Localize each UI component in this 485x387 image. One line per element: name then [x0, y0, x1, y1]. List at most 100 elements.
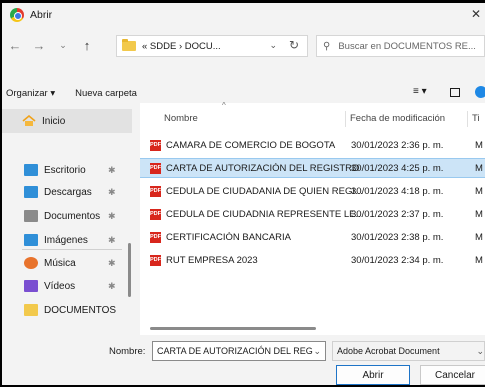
sidebar-item-label: DOCUMENTOS: [44, 304, 117, 316]
close-icon[interactable]: ✕: [471, 7, 481, 21]
column-divider[interactable]: [345, 111, 346, 127]
sidebar-item-label: Documentos: [44, 210, 101, 222]
home-icon: [22, 115, 36, 126]
file-name: CEDULA DE CIUDADANIA DE QUIEN REGI...: [166, 185, 363, 197]
column-date[interactable]: Fecha de modificación: [350, 113, 445, 124]
file-type: M: [475, 254, 483, 266]
sidebar-item-0[interactable]: Escritorio ✱: [2, 159, 132, 181]
sidebar-item-label: Descargas: [44, 186, 92, 198]
file-type: M: [475, 185, 483, 197]
file-list: ^ Nombre Fecha de modificación Ti PDF CAM…: [140, 101, 485, 335]
title-bar: Abrir ✕: [2, 3, 485, 27]
file-type: M: [475, 208, 483, 220]
pdf-file-icon: PDF: [150, 231, 161, 243]
file-name: CEDULA DE CIUDADNIA REPRESENTE LE...: [166, 208, 364, 220]
file-row[interactable]: PDF CEDULA DE CIUDADNIA REPRESENTE LE... 3…: [140, 204, 485, 224]
desktop-icon: [24, 164, 38, 176]
horizontal-scrollbar[interactable]: [150, 327, 316, 330]
pin-icon[interactable]: ✱: [108, 187, 116, 198]
pdf-file-icon: PDF: [150, 185, 161, 197]
file-name-value: CARTA DE AUTORIZACIÓN DEL REG: [157, 346, 313, 356]
column-header-row: ^ Nombre Fecha de modificación Ti: [140, 101, 485, 127]
download-icon: [24, 186, 38, 198]
pin-icon[interactable]: ✱: [108, 235, 116, 246]
file-row[interactable]: PDF CARTA DE AUTORIZACIÓN DEL REGISTRO 30/…: [140, 158, 485, 178]
sidebar-item-home[interactable]: Inicio: [2, 109, 132, 133]
pin-icon[interactable]: ✱: [108, 258, 116, 269]
organize-button[interactable]: Organizar ▾: [6, 88, 55, 99]
sidebar-item-2[interactable]: Documentos ✱: [2, 205, 132, 227]
file-type: M: [475, 231, 483, 243]
chevron-down-icon[interactable]: ⌄: [313, 346, 321, 357]
up-arrow-icon[interactable]: ↑: [78, 38, 96, 53]
pdf-file-icon: PDF: [150, 139, 161, 151]
history-chevron-icon[interactable]: ⌄: [54, 40, 72, 51]
sidebar-item-5[interactable]: Vídeos ✱: [2, 275, 132, 297]
open-button[interactable]: Abrir: [336, 365, 410, 385]
pdf-file-icon: PDF: [150, 162, 161, 174]
document-icon: [24, 210, 38, 222]
pin-icon[interactable]: ✱: [108, 165, 116, 176]
sidebar-item-6[interactable]: DOCUMENTOS: [2, 299, 132, 321]
sidebar-item-4[interactable]: Música ✱: [2, 252, 132, 274]
file-type-select[interactable]: Adobe Acrobat Document ⌄: [332, 341, 485, 361]
address-path: « SDDE › DOCU...: [142, 40, 221, 52]
search-placeholder: Buscar en DOCUMENTOS RE...: [338, 40, 476, 52]
back-arrow-icon[interactable]: ←: [6, 38, 24, 53]
command-bar: Organizar ▾ Nueva carpeta ≡ ▾: [2, 83, 485, 103]
file-row[interactable]: PDF CEDULA DE CIUDADANIA DE QUIEN REGI...…: [140, 181, 485, 201]
file-name: RUT EMPRESA 2023: [166, 254, 258, 266]
video-icon: [24, 280, 38, 292]
cancel-button[interactable]: Cancelar: [420, 365, 485, 385]
sidebar-item-label: Escritorio: [44, 164, 86, 176]
file-type: M: [475, 139, 483, 151]
column-divider[interactable]: [467, 111, 468, 127]
file-row[interactable]: PDF CERTIFICACIÓN BANCARIA 30/01/2023 2:38…: [140, 227, 485, 247]
file-name: CERTIFICACIÓN BANCARIA: [166, 231, 291, 243]
navigation-bar: ← → ⌄ ↑ « SDDE › DOCU... ⌄ ↻ ⚲ Buscar en…: [2, 27, 485, 63]
open-file-dialog: Abrir ✕ ← → ⌄ ↑ « SDDE › DOCU... ⌄ ↻ ⚲ B…: [2, 3, 485, 385]
file-date: 30/01/2023 2:34 p. m.: [351, 254, 444, 266]
chrome-icon: [10, 8, 24, 22]
sort-ascending-icon: ^: [222, 101, 226, 110]
search-input[interactable]: ⚲ Buscar en DOCUMENTOS RE...: [316, 35, 485, 57]
sidebar-item-label: Vídeos: [44, 280, 76, 292]
sidebar-item-3[interactable]: Imágenes ✱: [2, 229, 132, 251]
folder-icon: [122, 39, 136, 51]
address-bar[interactable]: « SDDE › DOCU... ⌄ ↻: [116, 35, 308, 57]
file-row[interactable]: PDF RUT EMPRESA 2023 30/01/2023 2:34 p. m.…: [140, 250, 485, 270]
file-date: 30/01/2023 2:37 p. m.: [351, 208, 444, 220]
file-name-field[interactable]: CARTA DE AUTORIZACIÓN DEL REG ⌄: [152, 341, 326, 361]
folder-icon: [24, 304, 38, 316]
chevron-down-icon[interactable]: ⌄: [269, 40, 277, 51]
file-row[interactable]: PDF CAMARA DE COMERCIO DE BOGOTA 30/01/202…: [140, 135, 485, 155]
pin-icon[interactable]: ✱: [108, 211, 116, 222]
sidebar-item-label: Inicio: [42, 115, 66, 127]
new-folder-button[interactable]: Nueva carpeta: [75, 88, 137, 99]
file-date: 30/01/2023 2:36 p. m.: [351, 139, 444, 151]
help-icon[interactable]: [475, 86, 485, 98]
sidebar-item-1[interactable]: Descargas ✱: [2, 181, 132, 203]
search-icon: ⚲: [323, 40, 331, 52]
file-date: 30/01/2023 4:18 p. m.: [351, 185, 444, 197]
column-type[interactable]: Ti: [472, 113, 480, 124]
column-name[interactable]: Nombre: [164, 113, 198, 124]
chevron-down-icon[interactable]: ⌄: [476, 346, 484, 357]
file-name-label: Nombre:: [109, 346, 146, 357]
pin-icon[interactable]: ✱: [108, 281, 116, 292]
navigation-pane: Inicio Escritorio ✱ Descargas ✱ Documentos ✱ I…: [2, 103, 132, 333]
file-date: 30/01/2023 2:38 p. m.: [351, 231, 444, 243]
picture-icon: [24, 234, 38, 246]
refresh-icon[interactable]: ↻: [289, 38, 299, 52]
view-options-icon[interactable]: ≡ ▾: [413, 86, 427, 97]
music-icon: [24, 257, 38, 269]
window-title: Abrir: [30, 9, 53, 21]
file-type: M: [475, 162, 483, 174]
dialog-footer: Nombre: CARTA DE AUTORIZACIÓN DEL REG ⌄ …: [2, 335, 485, 385]
sidebar-item-label: Imágenes: [44, 234, 88, 246]
pdf-file-icon: PDF: [150, 208, 161, 220]
file-type-value: Adobe Acrobat Document: [337, 346, 440, 356]
forward-arrow-icon[interactable]: →: [30, 38, 48, 53]
preview-pane-icon[interactable]: [450, 88, 460, 97]
pdf-file-icon: PDF: [150, 254, 161, 266]
